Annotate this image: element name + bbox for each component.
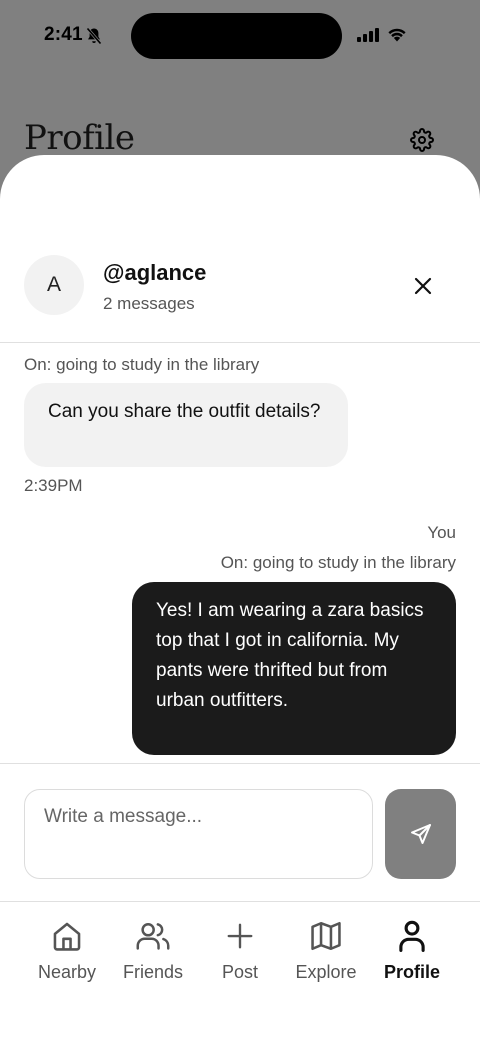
send-button[interactable] <box>385 789 456 879</box>
users-icon <box>136 922 170 950</box>
close-button[interactable] <box>406 269 440 303</box>
tab-label: Explore <box>295 962 357 982</box>
close-icon <box>414 277 432 295</box>
outgoing-message-bubble[interactable]: Yes! I am wearing a zara basics top that… <box>132 582 456 755</box>
tab-label: Nearby <box>37 962 97 982</box>
tab-profile[interactable]: Profile <box>369 917 455 987</box>
chat-username[interactable]: @aglance <box>103 260 206 286</box>
user-icon <box>399 920 425 952</box>
message-composer <box>0 763 480 902</box>
page-title: Profile <box>24 118 135 158</box>
wifi-icon <box>387 26 407 47</box>
bell-off-icon <box>86 27 102 50</box>
tab-label: Profile <box>383 962 440 982</box>
map-icon <box>311 921 341 951</box>
home-icon <box>53 922 81 951</box>
chat-header: A @aglance 2 messages <box>0 245 480 343</box>
conversation-sheet: A @aglance 2 messages On: going to study… <box>0 155 480 1040</box>
incoming-message-bubble[interactable]: Can you share the outfit details? <box>24 383 348 467</box>
tab-explore[interactable]: Explore <box>283 917 369 987</box>
send-icon <box>410 824 431 844</box>
plus-icon <box>227 923 253 949</box>
message-count: 2 messages <box>103 294 195 313</box>
tab-label: Post <box>221 962 259 982</box>
sender-label: You <box>427 523 456 542</box>
status-time: 2:41 <box>44 24 83 45</box>
message-timestamp: 2:39PM <box>24 476 83 495</box>
avatar-initial: A <box>46 273 61 296</box>
message-input[interactable] <box>24 789 373 879</box>
message-context: On: going to study in the library <box>24 355 260 374</box>
dynamic-island <box>131 13 342 59</box>
status-bar: 2:41 <box>0 0 480 72</box>
tab-nearby[interactable]: Nearby <box>24 917 110 987</box>
message-context: On: going to study in the library <box>220 553 456 572</box>
tab-bar: Nearby Friends Post Explore Profile <box>0 903 480 1040</box>
avatar[interactable]: A <box>24 255 84 315</box>
tab-post[interactable]: Post <box>197 917 283 987</box>
gear-icon[interactable] <box>410 128 434 157</box>
tab-label: Friends <box>122 962 184 982</box>
tab-friends[interactable]: Friends <box>110 917 196 987</box>
cellular-signal-icon <box>357 28 379 47</box>
